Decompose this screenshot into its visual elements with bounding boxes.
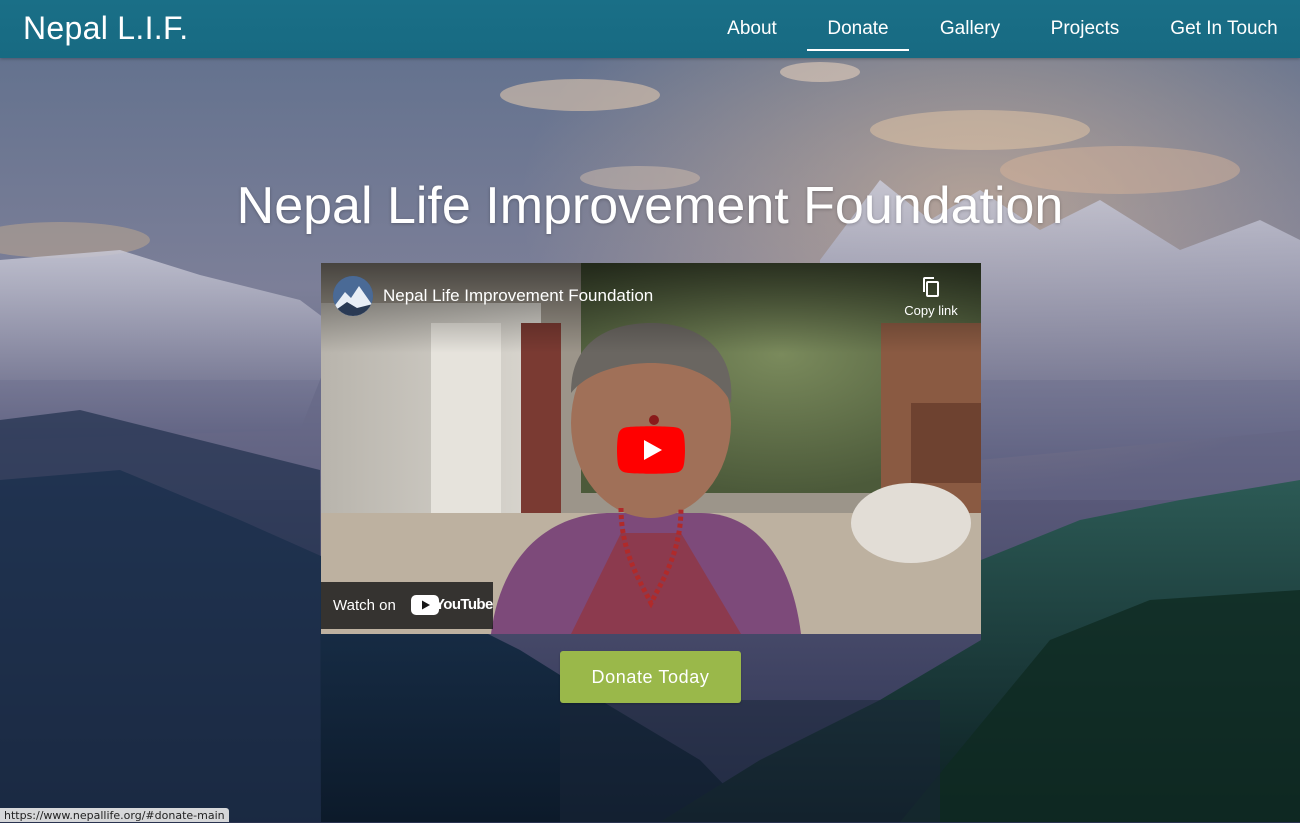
nav-about[interactable]: About <box>727 18 777 40</box>
nav-gallery[interactable]: Gallery <box>939 18 1001 40</box>
donate-today-button[interactable]: Donate Today <box>560 651 741 703</box>
watch-on-label: Watch on <box>333 597 396 614</box>
nav-get-in-touch[interactable]: Get In Touch <box>1169 18 1279 40</box>
hero-title: Nepal Life Improvement Foundation <box>236 177 1064 235</box>
video-title[interactable]: Nepal Life Improvement Foundation <box>383 286 653 306</box>
brand-logo-link[interactable]: Nepal L.I.F. <box>23 10 188 47</box>
copy-link-label: Copy link <box>904 303 958 318</box>
nav-donate[interactable]: Donate <box>807 18 909 51</box>
play-button[interactable] <box>617 426 685 474</box>
top-navigation-bar: Nepal L.I.F. About Donate Gallery Projec… <box>0 0 1300 58</box>
mountain-avatar-icon[interactable] <box>333 276 373 316</box>
nav-projects[interactable]: Projects <box>1050 18 1120 40</box>
status-bar-url: https://www.nepallife.org/#donate-main <box>0 808 229 822</box>
watch-on-youtube-button[interactable]: Watch on YouTube <box>321 582 493 629</box>
copy-icon <box>923 277 939 297</box>
play-icon <box>617 426 685 474</box>
youtube-wordmark: YouTube <box>435 596 493 613</box>
copy-link-button[interactable]: Copy link <box>895 275 967 318</box>
video-header-shade <box>321 263 981 353</box>
youtube-video-embed[interactable]: Nepal Life Improvement Foundation Copy l… <box>321 263 981 634</box>
